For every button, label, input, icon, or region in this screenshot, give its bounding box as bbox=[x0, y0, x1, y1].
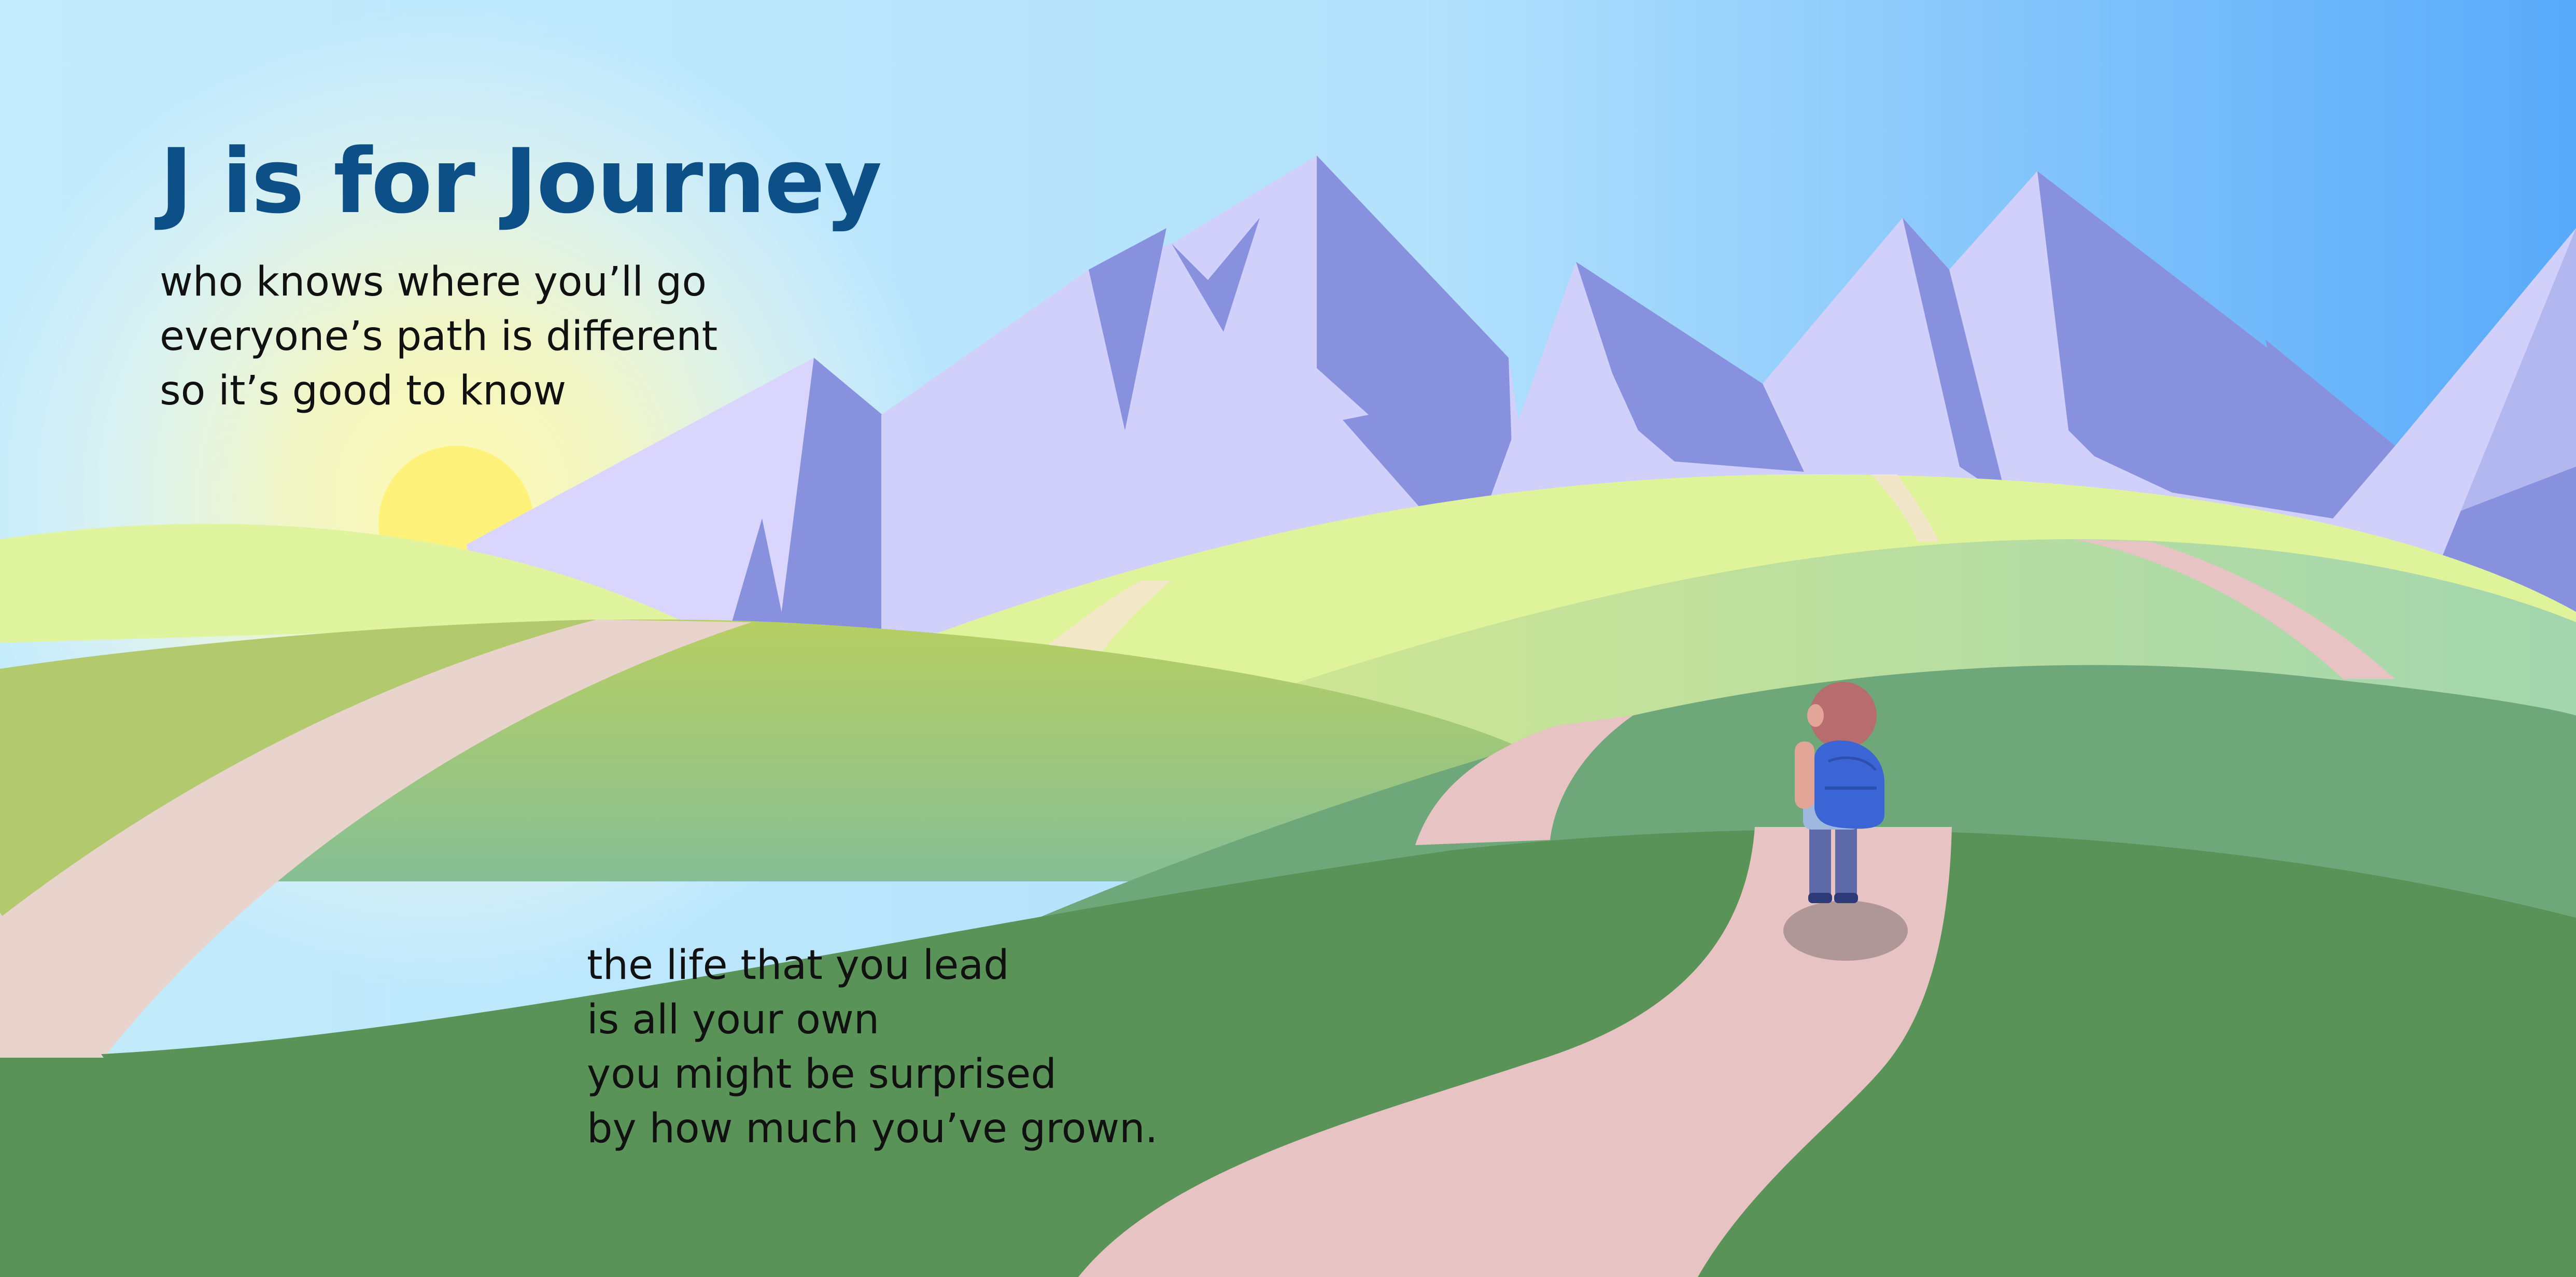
verse-bottom-line-3: you might be surprised bbox=[587, 1051, 1057, 1098]
hiker-shadow bbox=[1783, 901, 1908, 961]
verse-top-line-3: so it’s good to know bbox=[160, 368, 567, 414]
verse-bottom-line-1: the life that you lead bbox=[587, 942, 1009, 989]
verse-bottom-line-4: by how much you’ve grown. bbox=[587, 1105, 1158, 1152]
verse-top-line-1: who knows where you’ll go bbox=[160, 259, 707, 305]
verse-top-line-2: everyone’s path is different bbox=[160, 313, 718, 360]
verse-bottom-line-2: is all your own bbox=[587, 997, 880, 1043]
page-title: J is for Journey bbox=[160, 129, 882, 233]
